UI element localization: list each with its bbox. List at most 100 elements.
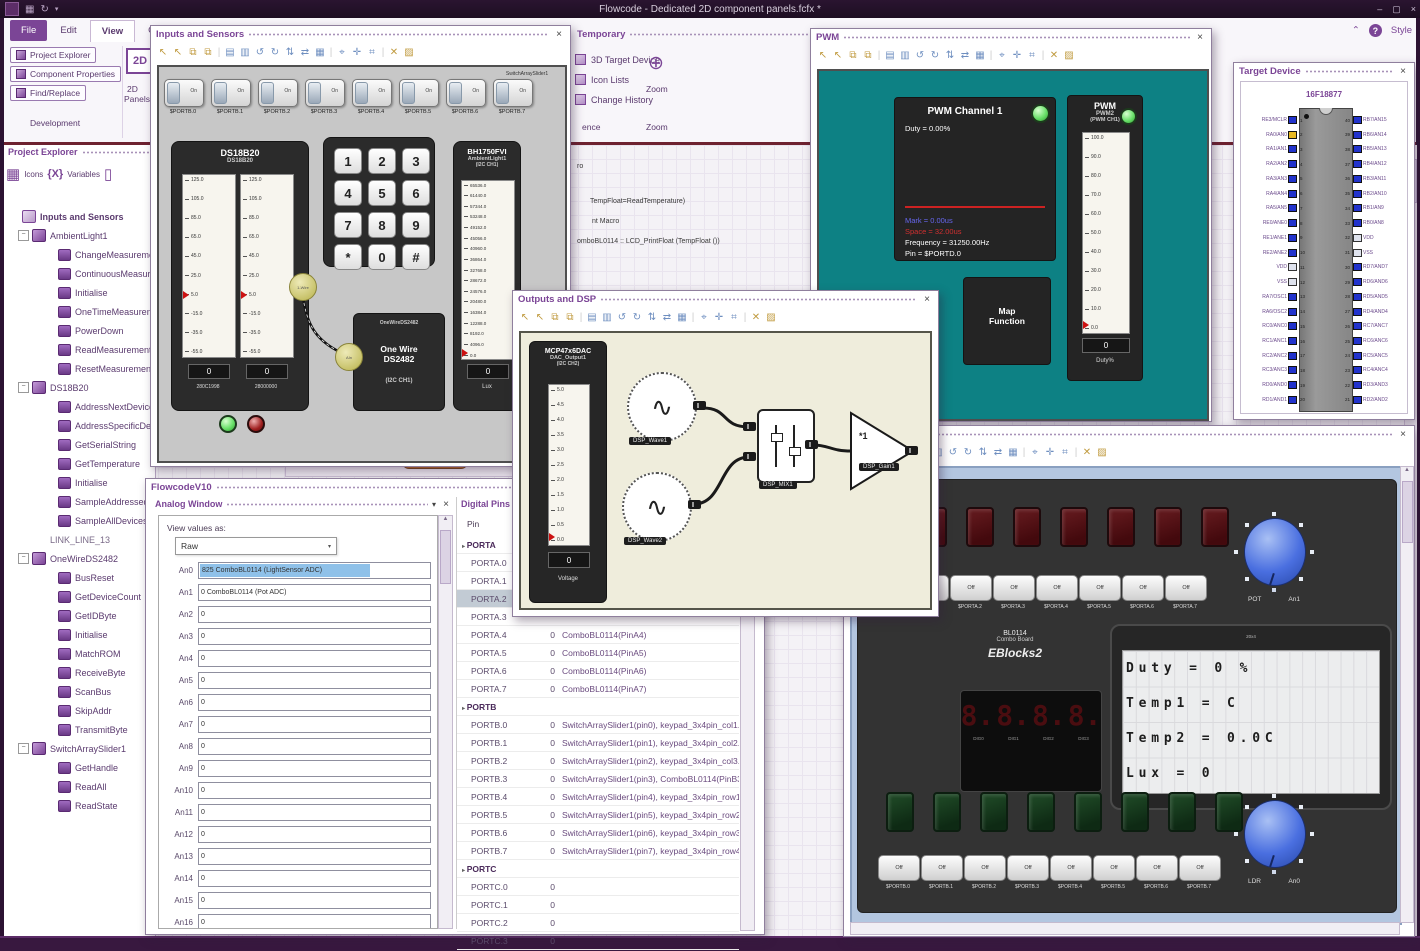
toolbar-icon[interactable]: ▤ xyxy=(884,50,896,61)
panel-partial-icon[interactable]: ▯ xyxy=(104,165,112,183)
toolbar-icon[interactable]: ⇅ xyxy=(944,50,956,61)
tree-item[interactable]: − GetDeviceCount xyxy=(6,587,154,606)
chip-pin[interactable]: 32 VDD xyxy=(1339,232,1405,244)
help-icon[interactable]: ? xyxy=(1368,24,1382,37)
analog-row[interactable]: An14 0 xyxy=(163,870,431,887)
ribbon-button[interactable]: Component Properties xyxy=(10,66,122,82)
digital-pin-row[interactable]: PORTB xyxy=(457,698,739,716)
slider-marker[interactable] xyxy=(1083,321,1089,329)
ribbon-collapse-icon[interactable]: ⌃ xyxy=(1352,25,1360,36)
pin-pad[interactable] xyxy=(1353,116,1362,124)
mixer-output-plug[interactable] xyxy=(805,440,818,449)
chip-pin[interactable]: 39 RB6/AN14 xyxy=(1339,129,1405,141)
toolbar-icon[interactable]: ⇄ xyxy=(299,47,311,58)
ribbon-tab[interactable]: Edit xyxy=(49,20,87,41)
chip-pin[interactable]: VSS 12 xyxy=(1243,276,1311,288)
analog-row[interactable]: An10 0 xyxy=(163,782,431,799)
chip-pin[interactable]: RA2/AN2 4 xyxy=(1243,158,1311,170)
tree-item[interactable]: − GetIDByte xyxy=(6,606,154,625)
expander-icon[interactable]: − xyxy=(18,743,29,754)
tree-item[interactable]: − LINK_LINE_13 xyxy=(6,530,154,549)
tree-item[interactable]: − AddressNextDevice xyxy=(6,397,154,416)
toolbar-icon[interactable]: ⌖ xyxy=(1029,447,1041,458)
tree-item[interactable]: − ContinuousMeasurement xyxy=(6,264,154,283)
tree-item[interactable]: − OneTimeMeasurement xyxy=(6,302,154,321)
analog-row[interactable]: An0 825 ComboBL0114 (LightSensor ADC) xyxy=(163,562,431,579)
knob-ball[interactable] xyxy=(1244,800,1306,868)
slider-marker[interactable] xyxy=(462,349,468,357)
analog-row[interactable]: An8 0 xyxy=(163,738,431,755)
chip-pin[interactable]: RC1/ANC1 16 xyxy=(1243,335,1311,347)
analog-scrollbar[interactable]: ▲ xyxy=(438,515,453,929)
toolbar-icon[interactable]: | xyxy=(329,47,333,58)
off-button[interactable]: Off xyxy=(1179,855,1221,881)
toolbar-icon[interactable]: ↻ xyxy=(269,47,281,58)
toolbar-icon[interactable]: ↺ xyxy=(254,47,266,58)
toolbar-icon[interactable]: ↻ xyxy=(631,312,643,323)
digital-pin-row[interactable]: PORTA.4 0 ComboBL0114(PinA4) xyxy=(457,626,739,644)
analog-row[interactable]: An5 0 xyxy=(163,672,431,689)
board-vscrollbar[interactable]: ▲ xyxy=(1400,466,1414,923)
analog-value-field[interactable]: 0 xyxy=(198,914,431,928)
chip-pin[interactable]: 23 RC4/ANC4 xyxy=(1339,364,1405,376)
tree-item[interactable]: − BusReset xyxy=(6,568,154,587)
pin-pad[interactable] xyxy=(1353,130,1362,139)
toolbar-icon[interactable]: ↖ xyxy=(534,312,546,323)
pin-pad[interactable] xyxy=(1288,351,1297,360)
pin-pad[interactable] xyxy=(1353,381,1362,390)
chip-pin[interactable]: RC0/ANC0 15 xyxy=(1243,320,1311,332)
pin-pad[interactable] xyxy=(1288,219,1297,228)
save-icon[interactable]: ▦ xyxy=(25,4,34,15)
pin-pad[interactable] xyxy=(1288,292,1297,301)
toolbar-icon[interactable]: ▥ xyxy=(899,50,911,61)
off-button[interactable]: Off xyxy=(1093,855,1135,881)
chip-pin[interactable]: VDD 11 xyxy=(1243,261,1311,273)
analog-row[interactable]: An11 0 xyxy=(163,804,431,821)
toolbar-icon[interactable]: ▨ xyxy=(1096,447,1108,458)
voltage-slider[interactable]: 5.0 4.5 4.0 3.5 3.0 2.5 2.0 1.5 1.0 0.5 0.0 xyxy=(548,384,590,546)
chip-pin[interactable]: 40 RB7/AN15 xyxy=(1339,114,1405,126)
digital-pin-row[interactable]: PORTB.3 0 SwitchArraySlider1(pin3), Comb… xyxy=(457,770,739,788)
pin-pad[interactable] xyxy=(1288,307,1297,316)
chip-pin[interactable]: RA3/AN3 5 xyxy=(1243,173,1311,185)
off-button[interactable]: Off xyxy=(950,575,992,601)
toolbar-icon[interactable]: ⇄ xyxy=(661,312,673,323)
tree-item[interactable]: − OneWireDS2482 xyxy=(6,549,154,568)
toolbar-icon[interactable]: ⇄ xyxy=(992,447,1004,458)
chip-pin[interactable]: RE0/ANE0 8 xyxy=(1243,217,1311,229)
chip-pin[interactable]: 33 RB0/AN8 xyxy=(1339,217,1405,229)
chip-pin[interactable]: 29 RD6/AND6 xyxy=(1339,276,1405,288)
toolbar-icon[interactable]: ✕ xyxy=(750,312,762,323)
pin-pad[interactable] xyxy=(1353,395,1362,404)
toolbar-icon[interactable]: | xyxy=(217,47,221,58)
toolbar-icon[interactable]: ✕ xyxy=(1048,50,1060,61)
toolbar-icon[interactable]: ↖ xyxy=(172,47,184,58)
toolbar-icon[interactable]: ▦ xyxy=(1007,447,1019,458)
tree-item[interactable]: − Initialise xyxy=(6,473,154,492)
ribbon-view-item[interactable]: Change History xyxy=(575,94,660,105)
toolbar-icon[interactable]: ✕ xyxy=(1081,447,1093,458)
analog-value-field[interactable]: 0 xyxy=(198,694,431,711)
expander-icon[interactable]: − xyxy=(18,382,29,393)
toolbar-icon[interactable]: ↺ xyxy=(914,50,926,61)
icons-view-label[interactable]: Icons xyxy=(24,170,43,179)
toolbar-icon[interactable]: ⌗ xyxy=(728,312,740,323)
expander-icon[interactable]: − xyxy=(18,553,29,564)
toolbar-icon[interactable]: ✛ xyxy=(351,47,363,58)
pin-pad[interactable] xyxy=(1288,278,1297,287)
variables-icon[interactable]: {X} xyxy=(47,168,63,180)
tree-item[interactable]: − Initialise xyxy=(6,625,154,644)
scroll-thumb[interactable] xyxy=(1402,481,1413,543)
close-icon[interactable]: × xyxy=(1194,32,1206,43)
close-icon[interactable]: × xyxy=(921,294,933,305)
analog-value-field[interactable]: 0 xyxy=(198,650,431,667)
connector-node-ain[interactable]: AIn xyxy=(335,343,363,371)
tree-item[interactable]: − SampleAddressedDevice xyxy=(6,492,154,511)
pin-icon[interactable]: ▾ xyxy=(432,500,436,509)
analog-value-field[interactable]: 0 xyxy=(198,606,431,623)
mixer-input2-plug[interactable] xyxy=(743,452,756,461)
tree-item[interactable]: − TransmitByte xyxy=(6,720,154,739)
pin-pad[interactable] xyxy=(1353,263,1362,272)
toolbar-icon[interactable]: | xyxy=(877,50,881,61)
chip-pin[interactable]: 28 RD5/AND5 xyxy=(1339,291,1405,303)
